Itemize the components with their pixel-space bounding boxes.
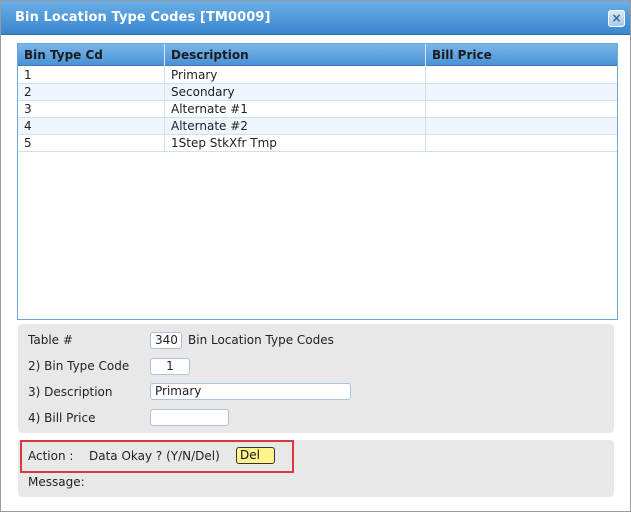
grid-header: Bin Type Cd Description Bill Price	[18, 44, 617, 66]
table-row[interactable]: 3 Alternate #1	[18, 101, 617, 118]
message-label: Message:	[28, 475, 85, 489]
cell-bill-price	[426, 101, 617, 117]
window-title: Bin Location Type Codes [TM0009]	[15, 10, 271, 25]
cell-bin-type-cd: 1	[18, 67, 165, 83]
bin-type-grid: Bin Type Cd Description Bill Price 1 Pri…	[17, 43, 618, 320]
table-number-label: Table #	[28, 333, 73, 347]
description-label: 3) Description	[28, 385, 113, 399]
bill-price-label: 4) Bill Price	[28, 411, 96, 425]
cell-description: Primary	[165, 67, 426, 83]
column-header-bin-type-cd[interactable]: Bin Type Cd	[18, 44, 165, 66]
bill-price-field[interactable]	[150, 409, 229, 426]
table-name-text: Bin Location Type Codes	[188, 333, 334, 347]
cell-bill-price	[426, 84, 617, 100]
table-row[interactable]: 1 Primary	[18, 67, 617, 84]
cell-bill-price	[426, 135, 617, 151]
bin-type-code-field[interactable]: 1	[150, 358, 190, 375]
table-row[interactable]: 2 Secondary	[18, 84, 617, 101]
cell-bin-type-cd: 4	[18, 118, 165, 134]
bin-type-code-label: 2) Bin Type Code	[28, 359, 130, 373]
close-button[interactable]: ×	[608, 10, 625, 27]
action-input[interactable]: Del	[236, 447, 275, 464]
cell-bill-price	[426, 118, 617, 134]
table-number-field[interactable]: 340	[150, 332, 182, 349]
cell-bin-type-cd: 3	[18, 101, 165, 117]
cell-bin-type-cd: 5	[18, 135, 165, 151]
cell-description: Secondary	[165, 84, 426, 100]
column-header-description[interactable]: Description	[165, 44, 426, 66]
cell-bin-type-cd: 2	[18, 84, 165, 100]
description-field[interactable]: Primary	[150, 383, 351, 400]
close-icon: ×	[611, 11, 622, 25]
cell-description: Alternate #1	[165, 101, 426, 117]
cell-bill-price	[426, 67, 617, 83]
cell-description: 1Step StkXfr Tmp	[165, 135, 426, 151]
detail-form-panel: Table # 340 Bin Location Type Codes 2) B…	[18, 324, 614, 433]
dialog-window: Bin Location Type Codes [TM0009] × Bin T…	[0, 0, 631, 512]
table-row[interactable]: 5 1Step StkXfr Tmp	[18, 135, 617, 152]
cell-description: Alternate #2	[165, 118, 426, 134]
column-header-bill-price[interactable]: Bill Price	[426, 44, 617, 66]
table-row[interactable]: 4 Alternate #2	[18, 118, 617, 135]
title-bar[interactable]: Bin Location Type Codes [TM0009] ×	[1, 1, 630, 35]
